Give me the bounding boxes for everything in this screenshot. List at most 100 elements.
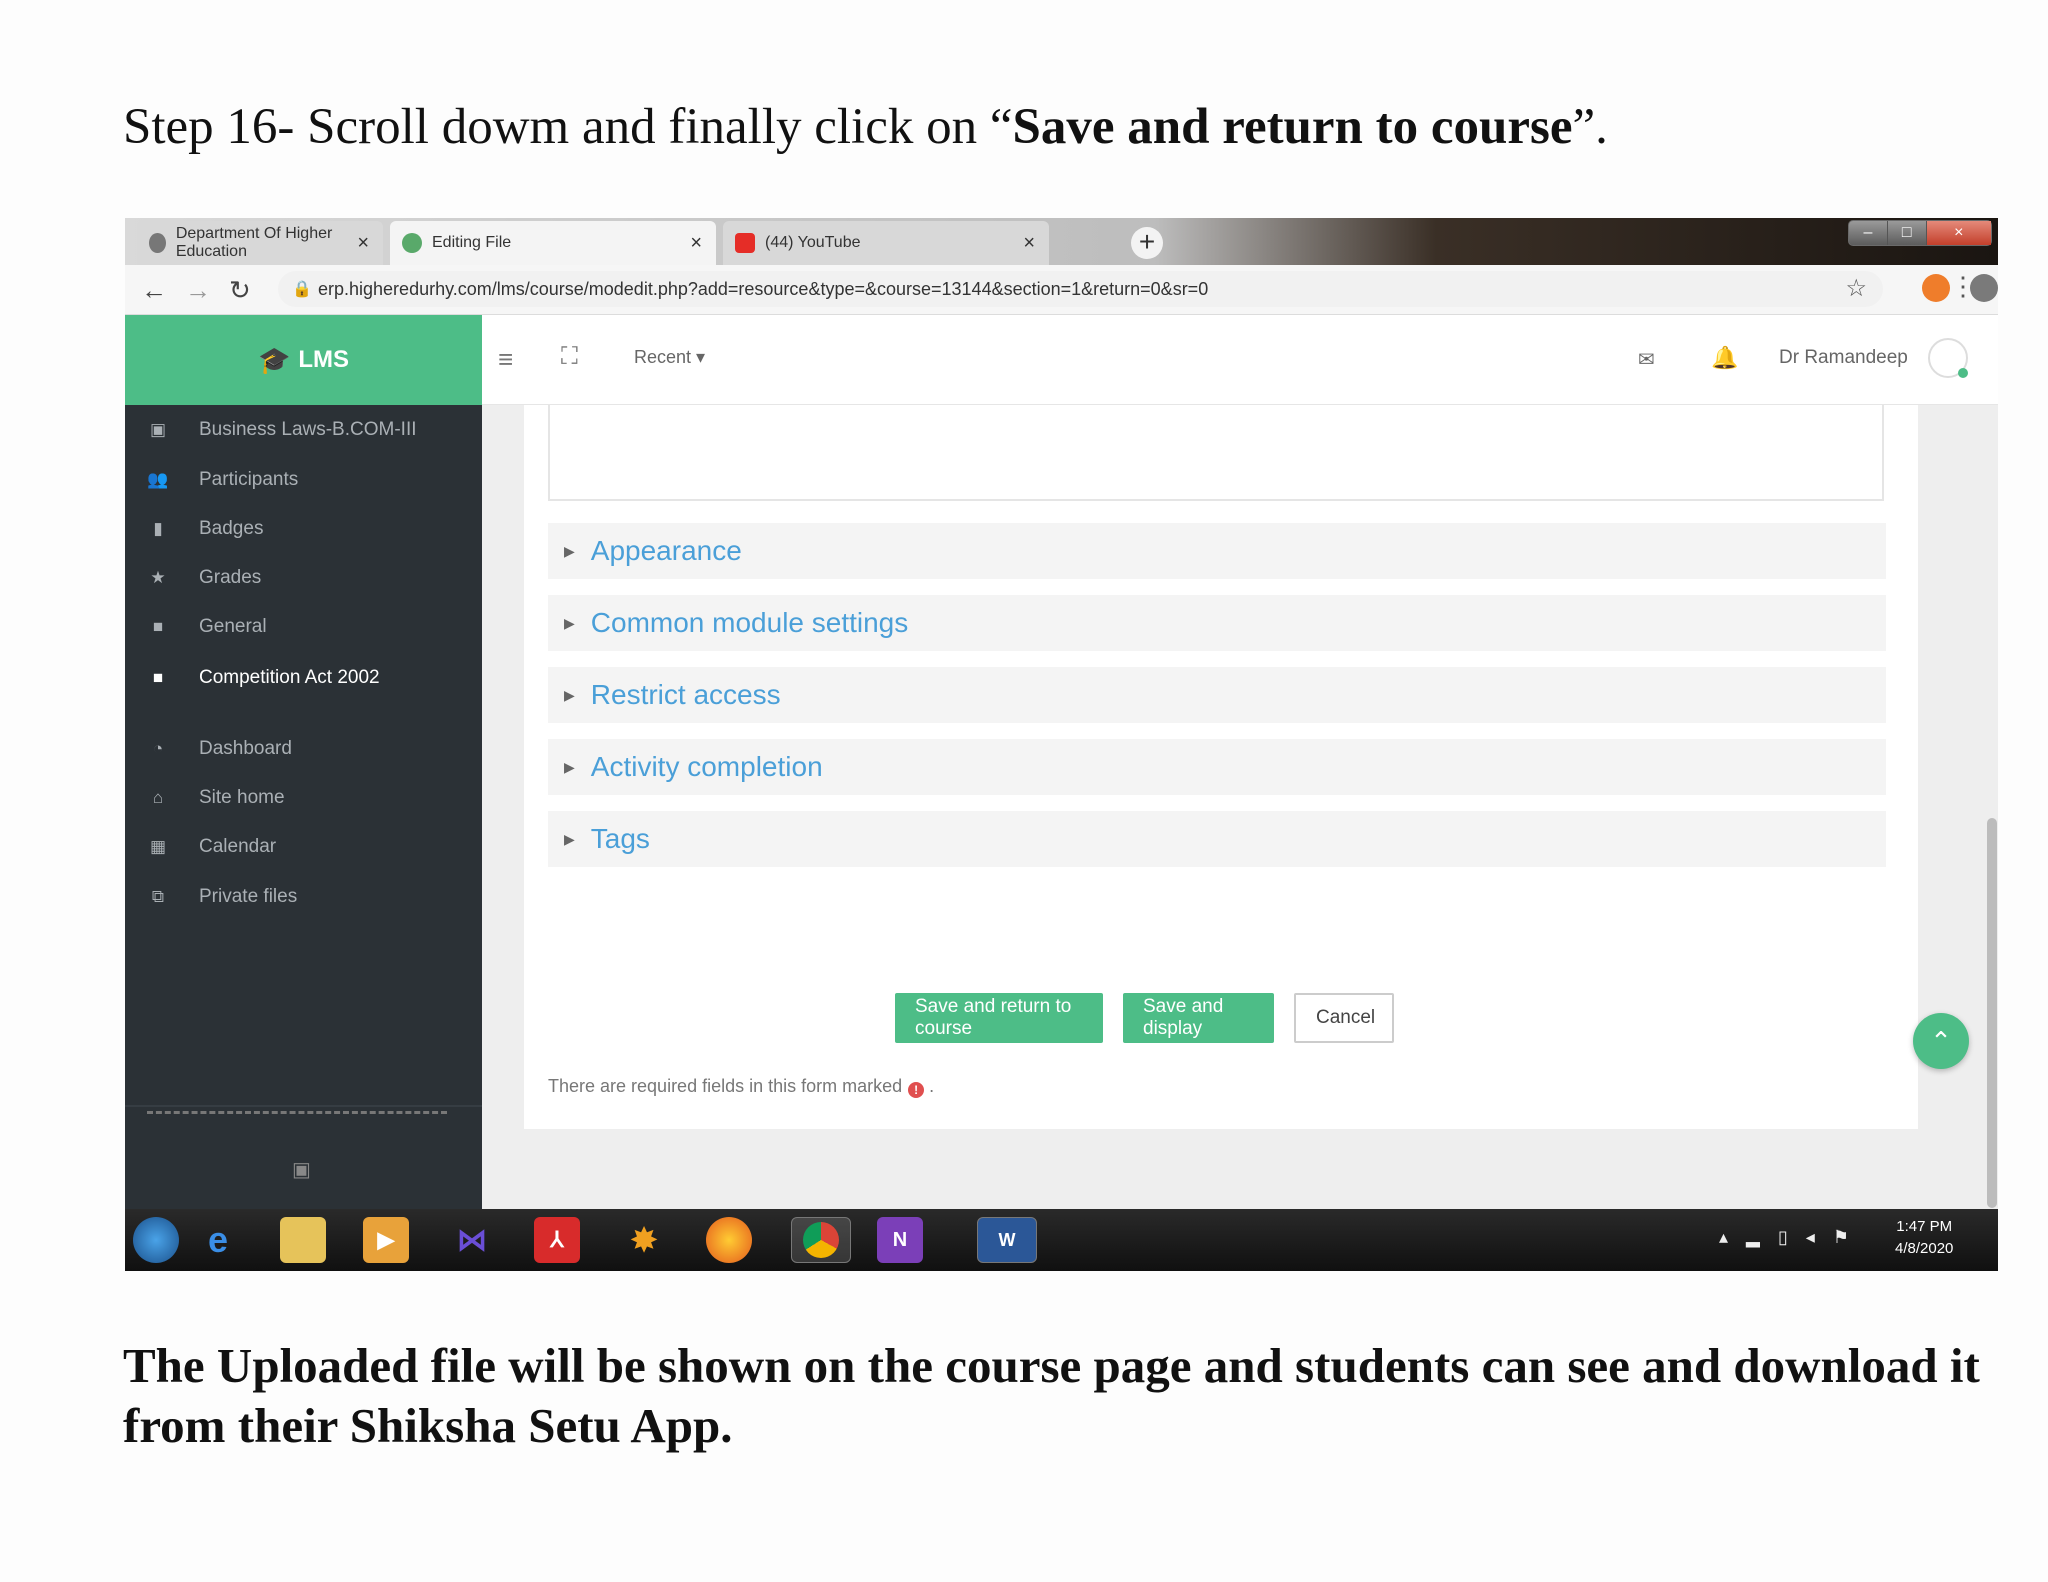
moodle-icon [402, 233, 422, 253]
youtube-icon [735, 233, 755, 253]
section-common-module-settings[interactable]: ▶ Common module settings [548, 595, 1886, 651]
reload-icon[interactable]: ↻ [229, 275, 251, 306]
tray-up-icon[interactable]: ▴ [1719, 1227, 1746, 1247]
sidebar-item-label: Competition Act 2002 [199, 667, 380, 688]
close-icon[interactable]: × [357, 232, 369, 255]
close-icon[interactable]: × [1023, 232, 1035, 255]
tab-label: (44) YouTube [765, 234, 861, 251]
tab-editing-file[interactable]: Editing File × [390, 221, 716, 265]
lms-brand[interactable]: 🎓 LMS [125, 315, 482, 405]
section-title: Appearance [590, 535, 742, 566]
section-tags[interactable]: ▶ Tags [548, 811, 1886, 867]
system-clock[interactable]: 1:47 PM 4/8/2020 [1895, 1216, 1953, 1260]
chevron-right-icon: ▶ [564, 758, 575, 775]
heading-bold: Save and return to course [1012, 99, 1573, 155]
internet-explorer-icon[interactable]: e [195, 1217, 241, 1263]
section-activity-completion[interactable]: ▶ Activity completion [548, 739, 1886, 795]
firefox-icon[interactable] [706, 1217, 752, 1263]
pinwheel-app-icon[interactable]: ✸ [621, 1217, 667, 1263]
required-icon: ! [908, 1082, 925, 1098]
document-footer: The Uploaded file will be shown on the c… [123, 1338, 1980, 1453]
tab-youtube[interactable]: (44) YouTube × [723, 221, 1049, 265]
volume-icon[interactable]: ◂ [1806, 1227, 1833, 1247]
browser-menu-icon[interactable]: ⋮ [1950, 271, 1976, 302]
lock-icon: 🔒 [292, 281, 312, 298]
file-explorer-icon[interactable] [280, 1217, 326, 1263]
onenote-icon[interactable]: N [877, 1217, 923, 1263]
sidebar-item-competition-act[interactable]: ■ Competition Act 2002 [125, 653, 482, 703]
online-status-dot [1958, 368, 1968, 378]
tab-bar: Department Of Higher Education × Editing… [125, 218, 1998, 265]
folder-icon: ■ [152, 668, 164, 687]
start-button[interactable] [133, 1217, 179, 1263]
extension-icon[interactable] [1922, 274, 1950, 302]
sidebar-item-label: Dashboard [199, 738, 292, 759]
close-icon[interactable]: × [690, 232, 702, 255]
chevron-right-icon: ▶ [564, 686, 575, 703]
heading-suffix: ”. [1572, 99, 1608, 155]
sidebar-item-badges[interactable]: ▮ Badges [125, 504, 482, 554]
calendar-icon: ▦ [149, 837, 167, 856]
graduation-cap-icon: 🎓 [257, 344, 291, 375]
recent-dropdown[interactable]: Recent ▾ [634, 347, 705, 368]
hamburger-menu-icon[interactable]: ≡ [498, 344, 513, 375]
media-player-icon[interactable]: ▶ [363, 1217, 409, 1263]
tab-label: Department Of Higher Education [175, 225, 333, 260]
url-field[interactable]: 🔒 erp.higheredurhy.com/lms/course/modedi… [278, 271, 1883, 307]
windows-taskbar: e ▶ ⋈ ⅄ ✸ N W ▴▂▯◂⚑ 1:47 PM 4/8/2020 [125, 1209, 1998, 1271]
url-text: erp.higheredurhy.com/lms/course/modedit.… [318, 279, 1209, 299]
scroll-to-top-button[interactable]: ⌃ [1913, 1013, 1969, 1069]
minimize-button[interactable]: – [1849, 221, 1888, 245]
folder-icon: ■ [152, 617, 164, 636]
sidebar-item-business-laws[interactable]: ▣ Business Laws-B.COM-III [125, 405, 482, 455]
flag-icon[interactable]: ⚑ [1833, 1227, 1867, 1247]
cancel-button[interactable]: Cancel [1294, 993, 1394, 1043]
heading-prefix: Step 16- Scroll dowm and finally click o… [123, 99, 1013, 155]
sidebar-item-grades[interactable]: ★ Grades [125, 553, 482, 603]
scrollbar[interactable] [1987, 818, 1997, 1208]
archive-icon[interactable]: ▣ [292, 1157, 311, 1182]
new-tab-button[interactable]: + [1131, 227, 1163, 259]
star-icon: ★ [150, 568, 166, 587]
sidebar-item-label: Calendar [199, 836, 277, 857]
sidebar-item-general[interactable]: ■ General [125, 602, 482, 652]
save-and-display-button[interactable]: Save and display [1123, 993, 1274, 1043]
save-and-return-button[interactable]: Save and return to course [895, 993, 1103, 1043]
sidebar: ▣ Business Laws-B.COM-III 👥 Participants ▮… [125, 405, 482, 1209]
required-fields-note: There are required fields in this form m… [548, 1076, 934, 1098]
mail-icon[interactable]: ✉ [1638, 347, 1655, 372]
maximize-button[interactable]: □ [1888, 221, 1927, 245]
sidebar-item-site-home[interactable]: ⌂ Site home [125, 773, 482, 823]
visual-studio-icon[interactable]: ⋈ [449, 1217, 495, 1263]
section-restrict-access[interactable]: ▶ Restrict access [548, 667, 1886, 723]
close-window-button[interactable]: × [1926, 221, 1992, 245]
acrobat-icon[interactable]: ⅄ [534, 1217, 580, 1263]
section-title: Tags [590, 823, 650, 854]
bookmark-icon: ▮ [153, 519, 163, 538]
signal-icon[interactable]: ▂ [1746, 1227, 1778, 1247]
sidebar-item-participants[interactable]: 👥 Participants [125, 455, 482, 505]
chrome-icon[interactable] [791, 1217, 851, 1263]
forward-icon[interactable]: → [185, 275, 211, 306]
tab-department[interactable]: Department Of Higher Education × [137, 221, 383, 265]
sidebar-item-label: Business Laws-B.COM-III [199, 419, 417, 440]
sidebar-item-dashboard[interactable]: ◔ Dashboard [125, 724, 482, 774]
fullscreen-icon[interactable]: ⛶ [561, 343, 578, 371]
back-icon[interactable]: ← [141, 275, 167, 306]
browser-screenshot: Department Of Higher Education × Editing… [125, 218, 1998, 1271]
sidebar-item-private-files[interactable]: ⧉ Private files [125, 872, 482, 922]
word-icon[interactable]: W [977, 1217, 1037, 1263]
editor-box[interactable] [548, 405, 1884, 501]
bookmark-star-icon[interactable]: ☆ [1845, 274, 1867, 303]
dashboard-icon: ◔ [152, 739, 164, 758]
avatar[interactable] [1928, 338, 1968, 378]
document-heading: Step 16- Scroll dowm and finally click o… [123, 98, 1608, 156]
required-note-text: There are required fields in this form m… [548, 1076, 903, 1096]
sidebar-item-calendar[interactable]: ▦ Calendar [125, 822, 482, 872]
user-name[interactable]: Dr Ramandeep [1779, 347, 1908, 369]
power-icon[interactable]: ▯ [1778, 1227, 1806, 1247]
section-appearance[interactable]: ▶ Appearance [548, 523, 1886, 579]
sidebar-divider [125, 1105, 482, 1107]
bell-icon[interactable]: 🔔 [1711, 345, 1738, 371]
files-icon: ⧉ [151, 887, 165, 906]
